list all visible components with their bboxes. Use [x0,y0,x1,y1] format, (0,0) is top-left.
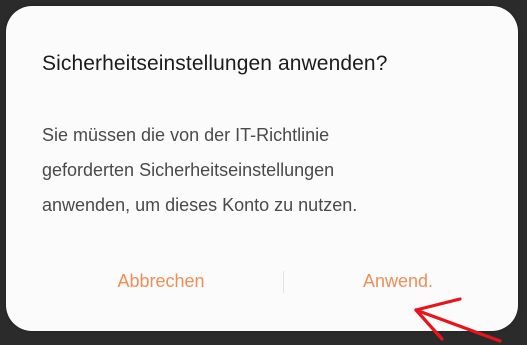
dialog-message-line: anwenden, um dieses Konto zu nutzen. [42,195,358,215]
red-arrow-icon [414,297,502,343]
dialog-message-line: geforderten Sicherheitseinstellungen [42,160,335,180]
button-divider [283,271,284,293]
dialog-message: Sie müssen die von der IT-Richtlinie gef… [42,118,492,223]
screen: Sicherheitseinstellungen anwenden? Sie m… [0,0,527,345]
security-settings-dialog: Sicherheitseinstellungen anwenden? Sie m… [6,6,518,331]
cancel-button[interactable]: Abbrechen [86,261,236,301]
dialog-message-line: Sie müssen die von der IT-Richtlinie [42,125,330,145]
dialog-title: Sicherheitseinstellungen anwenden? [42,52,388,75]
